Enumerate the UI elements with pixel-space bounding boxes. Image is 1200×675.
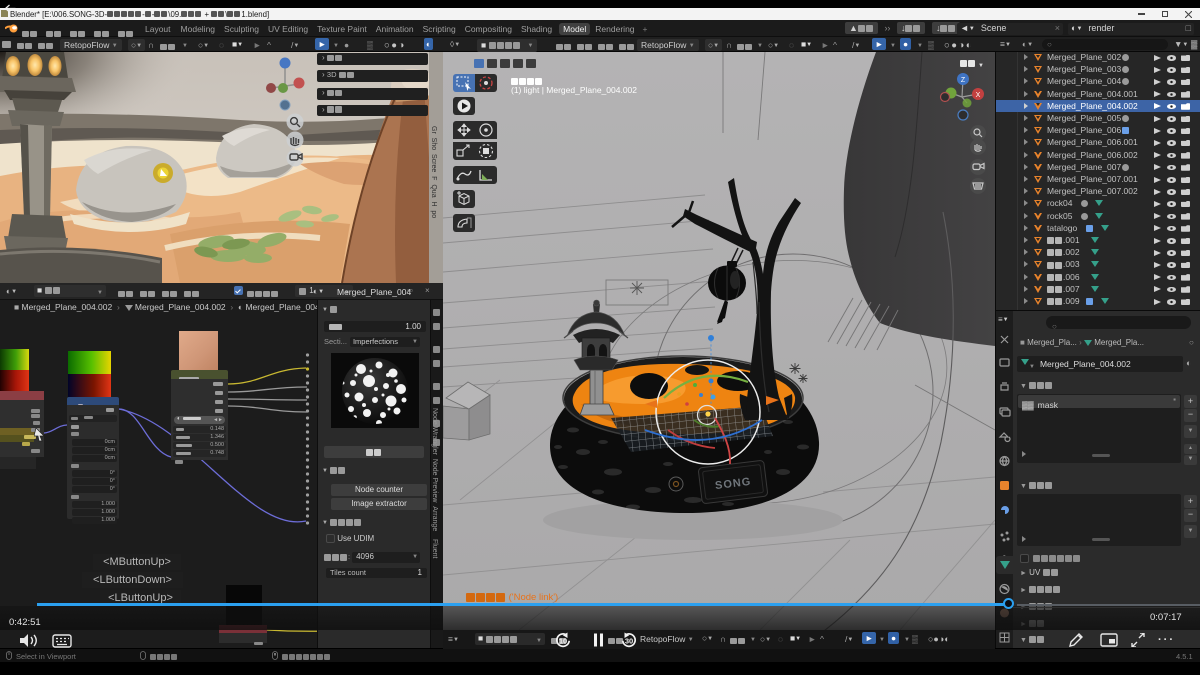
- svg-text:X: X: [976, 92, 981, 99]
- svg-text:Z: Z: [961, 77, 966, 84]
- svg-text:10: 10: [559, 637, 567, 646]
- svg-text:30: 30: [625, 637, 633, 646]
